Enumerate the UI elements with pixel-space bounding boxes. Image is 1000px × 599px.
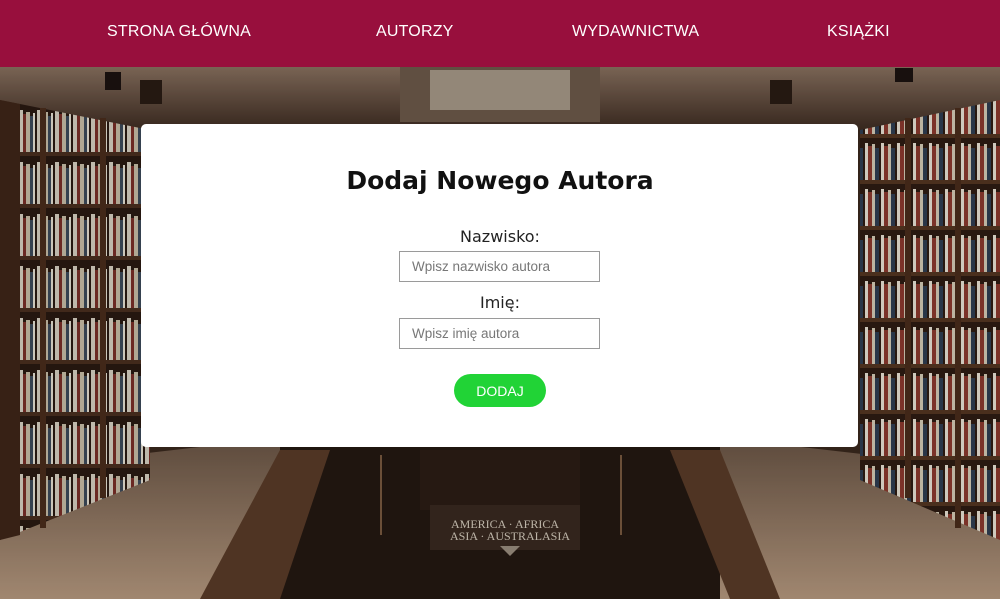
nav-item-books[interactable]: KSIĄŻKI (827, 0, 890, 67)
name-label: Imię: (480, 293, 520, 312)
nav-item-home[interactable]: STRONA GŁÓWNA (107, 0, 251, 67)
nav-item-publishers[interactable]: WYDAWNICTWA (572, 0, 699, 67)
main-navbar: STRONA GŁÓWNA AUTORZY WYDAWNICTWA KSIĄŻK… (0, 0, 1000, 67)
surname-label: Nazwisko: (460, 227, 540, 246)
name-input[interactable] (399, 318, 600, 349)
add-button[interactable]: DODAJ (454, 374, 546, 407)
surname-input[interactable] (399, 251, 600, 282)
page-title: Dodaj Nowego Autora (346, 166, 654, 195)
nav-item-authors[interactable]: AUTORZY (376, 0, 454, 67)
